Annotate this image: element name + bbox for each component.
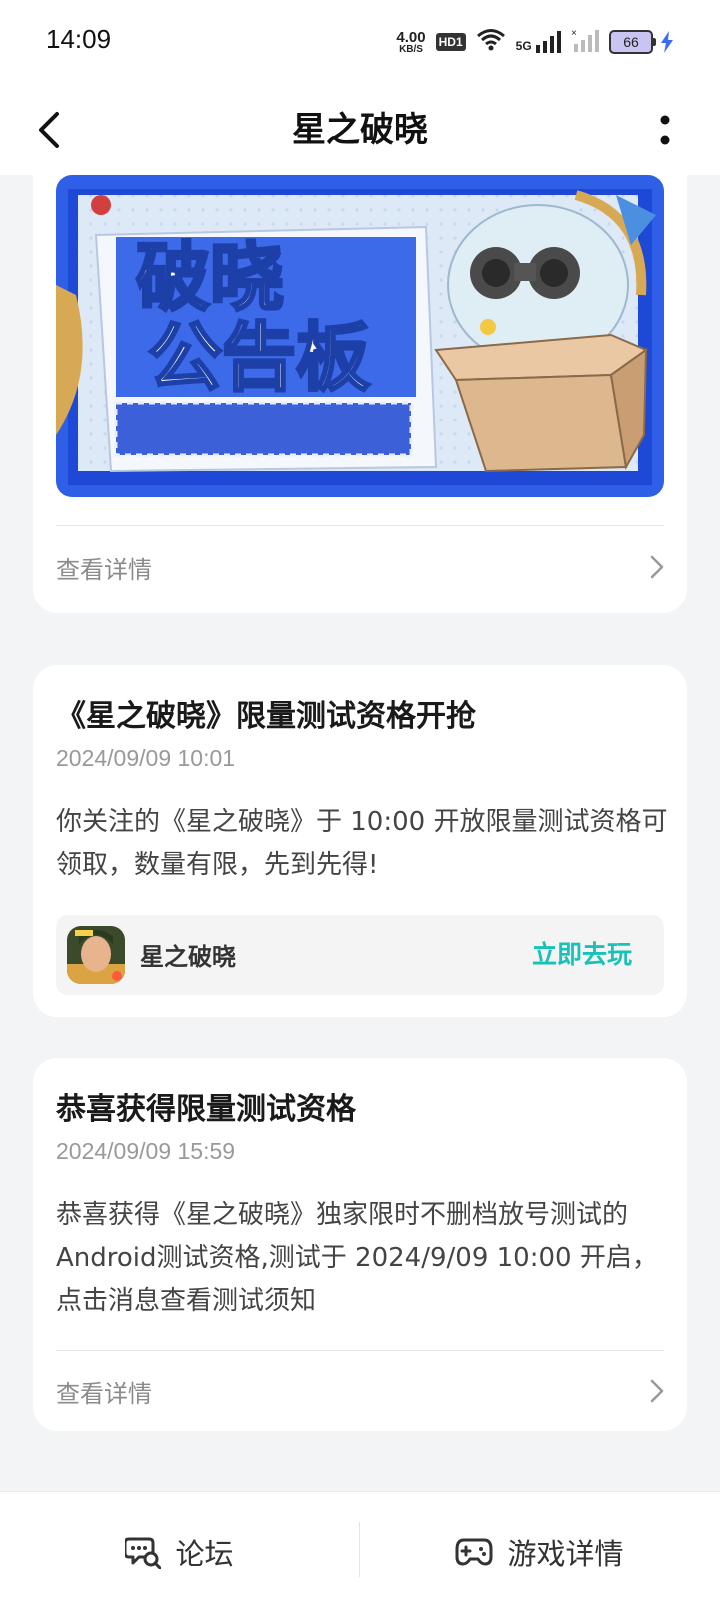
banner-title-line2: 公告板: [148, 315, 370, 401]
game-entry[interactable]: 星之破晓 立即去玩: [56, 915, 664, 995]
view-detail-row[interactable]: 查看详情: [56, 547, 664, 587]
network-speed-unit: KB/S: [399, 43, 423, 55]
message-card-congrats[interactable]: 恭喜获得限量测试资格 2024/09/09 15:59 恭喜获得《星之破晓》独家…: [33, 1058, 687, 1431]
bottom-bar: 论坛 游戏详情: [0, 1491, 720, 1611]
message-title: 恭喜获得限量测试资格: [56, 1092, 356, 1127]
wifi-icon: [476, 28, 506, 56]
game-app-icon: [67, 926, 125, 984]
network-speed-value: 4.00: [396, 28, 426, 46]
divider: [56, 525, 664, 526]
hd-icon: HD1: [435, 33, 466, 51]
message-list[interactable]: 破晓 公告板 查看详情 《星之破晓》限量测试资格开抢 2024/09/09 10…: [0, 175, 720, 1491]
header: 星之破晓: [0, 85, 720, 175]
message-title: 《星之破晓》限量测试资格开抢: [56, 699, 476, 734]
network-speed: 4.00 KB/S: [396, 30, 425, 55]
banner-title-line1: 破晓: [136, 235, 284, 321]
forum-chat-icon: [125, 1537, 162, 1569]
game-detail-label: 游戏详情: [507, 1536, 624, 1571]
message-date: 2024/09/09 15:59: [56, 1138, 236, 1164]
banner-image[interactable]: 破晓 公告板: [56, 175, 664, 497]
message-card-banner[interactable]: 破晓 公告板 查看详情: [33, 175, 687, 613]
divider: [56, 1350, 664, 1351]
battery-level: 66: [609, 30, 653, 54]
status-time: 14:09: [46, 24, 112, 54]
forum-button[interactable]: 论坛: [0, 1492, 359, 1611]
message-body: 你关注的《星之破晓》于 10:00 开放限量测试资格可领取，数量有限，先到先得!: [56, 807, 668, 880]
battery-icon: 66: [609, 30, 674, 54]
message-body: 恭喜获得《星之破晓》独家限时不删档放号测试的Android测试资格,测试于 20…: [56, 1200, 658, 1316]
game-detail-button[interactable]: 游戏详情: [360, 1492, 719, 1611]
chevron-right-icon: [650, 555, 664, 579]
view-detail-row[interactable]: 查看详情: [56, 1371, 664, 1411]
status-icons: 4.00 KB/S HD1 5G × 66: [396, 28, 674, 56]
status-bar: 14:09 4.00 KB/S HD1 5G × 66: [0, 0, 720, 85]
svg-text:×: ×: [571, 28, 577, 39]
more-button[interactable]: [650, 105, 680, 155]
signal-weak-icon: ×: [571, 28, 599, 56]
view-detail-label: 查看详情: [56, 555, 152, 584]
page-title: 星之破晓: [292, 110, 428, 150]
message-card-test-qualification[interactable]: 《星之破晓》限量测试资格开抢 2024/09/09 10:01 你关注的《星之破…: [33, 665, 687, 1017]
play-now-button[interactable]: 立即去玩: [532, 935, 632, 971]
more-vertical-icon: [660, 115, 670, 145]
view-detail-label: 查看详情: [56, 1379, 152, 1408]
signal-5g-icon: 5G: [516, 31, 561, 53]
game-name: 星之破晓: [140, 943, 236, 971]
forum-label: 论坛: [175, 1536, 234, 1571]
chevron-right-icon: [650, 1379, 664, 1403]
message-date: 2024/09/09 10:01: [56, 745, 236, 771]
signal-5g-label: 5G: [515, 39, 532, 53]
gamepad-icon: [455, 1538, 493, 1565]
